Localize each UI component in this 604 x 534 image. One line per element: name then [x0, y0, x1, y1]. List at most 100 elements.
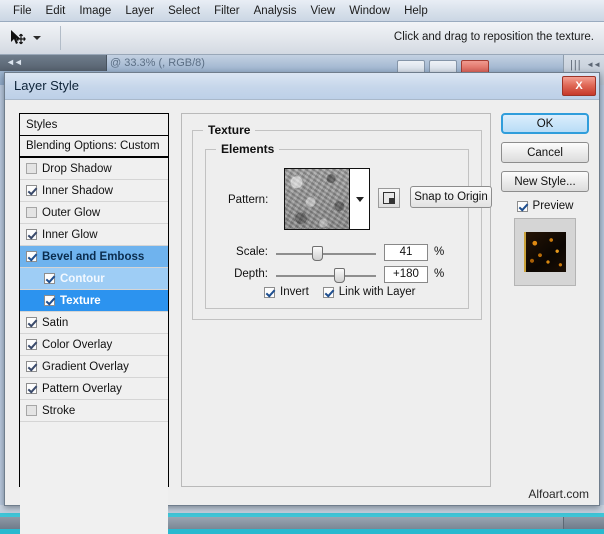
sidebar-item-contour[interactable]: Contour: [20, 268, 168, 290]
styles-list-label: Contour: [60, 273, 105, 285]
new-style-button[interactable]: New Style...: [501, 171, 589, 192]
sidebar-item-bevel-and-emboss[interactable]: Bevel and Emboss: [20, 246, 168, 268]
menu-image[interactable]: Image: [72, 3, 118, 19]
menu-file[interactable]: File: [6, 3, 39, 19]
dialog-title: Layer Style: [14, 78, 79, 93]
styles-list-label: Bevel and Emboss: [42, 251, 144, 263]
styles-list-label: Texture: [60, 295, 101, 307]
sidebar-item-gradient-overlay[interactable]: Gradient Overlay: [20, 356, 168, 378]
styles-list-label: Outer Glow: [42, 207, 100, 219]
checkbox-gradient-overlay[interactable]: [26, 361, 37, 372]
styles-list-label: Inner Shadow: [42, 185, 113, 197]
sidebar-item-pattern-overlay[interactable]: Pattern Overlay: [20, 378, 168, 400]
dialog-titlebar[interactable]: Layer Style X: [5, 73, 599, 100]
styles-list-label: Styles: [26, 119, 57, 131]
cancel-button[interactable]: Cancel: [501, 142, 589, 163]
checkbox-stroke[interactable]: [26, 405, 37, 416]
styles-list-label: Pattern Overlay: [42, 383, 122, 395]
preview-label: Preview: [533, 200, 574, 212]
document-title: @ 33.3% (, RGB/8): [110, 57, 440, 71]
link-with-layer-checkbox-group[interactable]: Link with Layer: [323, 286, 416, 298]
menu-window[interactable]: Window: [342, 3, 397, 19]
menu-edit[interactable]: Edit: [39, 3, 73, 19]
sidebar-item-inner-shadow[interactable]: Inner Shadow: [20, 180, 168, 202]
sidebar-item-outer-glow[interactable]: Outer Glow: [20, 202, 168, 224]
styles-list: Styles Blending Options: Custom Drop Sha…: [19, 113, 169, 487]
checkbox-link-with-layer[interactable]: [323, 287, 334, 298]
sidebar-item-satin[interactable]: Satin: [20, 312, 168, 334]
preview-checkbox-group[interactable]: Preview: [501, 200, 589, 212]
preview-thumbnail-box: [514, 218, 576, 286]
ok-button[interactable]: OK: [501, 113, 589, 134]
styles-list-filler: [20, 422, 168, 534]
collapse-arrows-icon[interactable]: ◄◄: [6, 57, 22, 67]
move-tool-icon: [8, 29, 28, 47]
menu-bar: File Edit Image Layer Select Filter Anal…: [0, 0, 604, 22]
menu-layer[interactable]: Layer: [118, 3, 161, 19]
styles-list-label: Color Overlay: [42, 339, 112, 351]
checkbox-contour[interactable]: [44, 273, 55, 284]
invert-label: Invert: [280, 286, 309, 298]
dialog-button-column: OK Cancel New Style... Preview: [501, 113, 589, 286]
sidebar-item-stroke[interactable]: Stroke: [20, 400, 168, 422]
texture-group: Texture Elements Pattern:: [192, 130, 482, 320]
pattern-swatch-icon[interactable]: [285, 169, 350, 229]
options-bar: Click and drag to reposition the texture…: [0, 22, 604, 55]
menu-select[interactable]: Select: [161, 3, 207, 19]
checkbox-drop-shadow[interactable]: [26, 163, 37, 174]
scale-slider-track[interactable]: [276, 253, 376, 255]
new-preset-button[interactable]: [378, 188, 400, 208]
link-with-layer-label: Link with Layer: [339, 286, 416, 298]
scale-unit: %: [434, 246, 444, 258]
tool-preset-well[interactable]: [8, 26, 61, 50]
sidebar-item-blending-options[interactable]: Blending Options: Custom: [20, 136, 168, 158]
checkbox-pattern-overlay[interactable]: [26, 383, 37, 394]
scale-label: Scale:: [226, 246, 268, 258]
depth-input[interactable]: +180: [384, 266, 428, 283]
checkbox-preview[interactable]: [517, 201, 528, 212]
pattern-picker[interactable]: [284, 168, 370, 230]
checkbox-satin[interactable]: [26, 317, 37, 328]
sidebar-item-inner-glow[interactable]: Inner Glow: [20, 224, 168, 246]
depth-slider-thumb[interactable]: [334, 268, 345, 283]
styles-list-label: Blending Options: Custom: [26, 140, 160, 152]
elements-group-title: Elements: [216, 142, 279, 156]
menu-analysis[interactable]: Analysis: [247, 3, 304, 19]
sidebar-item-color-overlay[interactable]: Color Overlay: [20, 334, 168, 356]
styles-list-label: Drop Shadow: [42, 163, 112, 175]
pattern-dropdown-button[interactable]: [350, 169, 369, 229]
checkbox-texture[interactable]: [44, 295, 55, 306]
snap-to-origin-button[interactable]: Snap to Origin: [410, 186, 492, 208]
dock-collapse-icon[interactable]: ◄◄: [586, 60, 600, 69]
checkbox-inner-glow[interactable]: [26, 229, 37, 240]
scale-input[interactable]: 41: [384, 244, 428, 261]
scale-slider-row: Scale: 41 %: [206, 242, 470, 264]
checkbox-inner-shadow[interactable]: [26, 185, 37, 196]
sidebar-item-drop-shadow[interactable]: Drop Shadow: [20, 158, 168, 180]
checkbox-color-overlay[interactable]: [26, 339, 37, 350]
depth-label: Depth:: [226, 268, 268, 280]
checkbox-outer-glow[interactable]: [26, 207, 37, 218]
texture-group-title: Texture: [203, 123, 255, 137]
depth-slider-track[interactable]: [276, 275, 376, 277]
styles-list-label: Satin: [42, 317, 68, 329]
invert-checkbox-group[interactable]: Invert: [264, 286, 309, 298]
styles-list-label: Stroke: [42, 405, 75, 417]
chevron-down-icon[interactable]: [33, 36, 41, 40]
dialog-body: Styles Blending Options: Custom Drop Sha…: [5, 99, 601, 507]
sidebar-item-styles[interactable]: Styles: [20, 114, 168, 136]
checkbox-bevel-and-emboss[interactable]: [26, 251, 37, 262]
pattern-label: Pattern:: [228, 194, 268, 206]
depth-unit: %: [434, 268, 444, 280]
styles-list-label: Gradient Overlay: [42, 361, 129, 373]
close-icon[interactable]: X: [562, 76, 596, 96]
sidebar-item-texture[interactable]: Texture: [20, 290, 168, 312]
chevron-down-icon: [356, 197, 364, 202]
preview-thumbnail-image: [524, 232, 566, 272]
menu-filter[interactable]: Filter: [207, 3, 247, 19]
checkbox-invert[interactable]: [264, 287, 275, 298]
scale-slider-thumb[interactable]: [312, 246, 323, 261]
depth-slider-row: Depth: +180 %: [206, 264, 470, 286]
menu-view[interactable]: View: [303, 3, 342, 19]
menu-help[interactable]: Help: [397, 3, 435, 19]
